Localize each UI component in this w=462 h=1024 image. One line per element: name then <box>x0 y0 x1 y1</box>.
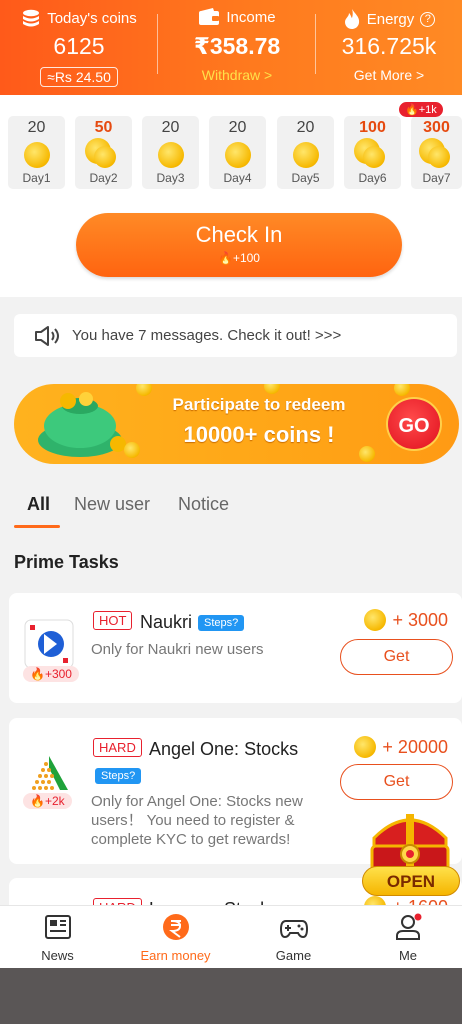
coins-icon <box>419 138 450 168</box>
banner-line1: Participate to redeem <box>172 395 346 414</box>
day-reward-amount: 20 <box>228 119 247 136</box>
day-label: Day4 <box>223 171 252 185</box>
flame-icon: 🔥 <box>218 251 233 265</box>
day-label: Day2 <box>89 171 118 185</box>
news-icon <box>45 915 71 939</box>
wallet-icon <box>199 8 220 25</box>
day-label: Day7 <box>422 171 451 185</box>
steps-badge[interactable]: Steps? <box>198 615 245 631</box>
active-tab-indicator <box>14 525 60 528</box>
coins-icon <box>85 138 116 168</box>
coin-icon <box>293 142 319 168</box>
money-bag-icon <box>38 392 126 457</box>
nav-me[interactable]: Me <box>354 906 462 968</box>
today-coins-label: Today's coins <box>47 9 137 27</box>
app-screen: Today's coins 6125 ≈Rs 24.50 Income ₹358… <box>0 0 462 968</box>
coin-icon <box>354 736 377 758</box>
get-button[interactable]: Get <box>340 764 453 800</box>
message-bar[interactable]: You have 7 messages. Check it out! >>> <box>14 314 457 357</box>
income-value: ₹358.78 <box>193 33 281 59</box>
tab-all[interactable]: All <box>27 494 50 515</box>
get-more-link[interactable]: Get More > <box>316 67 462 83</box>
speaker-icon <box>35 325 59 346</box>
tab-new-user[interactable]: New user <box>74 494 150 515</box>
withdraw-link[interactable]: Withdraw > <box>158 67 316 83</box>
task-tag: HOT <box>93 611 133 630</box>
task-description: Only for Naukri new users <box>91 641 264 658</box>
coin-stack-icon <box>23 9 40 27</box>
message-text: You have 7 messages. Check it out! >>> <box>72 327 342 344</box>
coin-icon <box>225 142 251 168</box>
checkin-day[interactable]: 300 Day7 <box>411 116 462 189</box>
coins-rupee-equivalent: ≈Rs 24.50 <box>40 67 118 87</box>
task-name: Angel One: Stocks <box>149 739 299 759</box>
day-reward-amount: 20 <box>161 119 180 136</box>
bottom-nav: News Earn money Game Me <box>0 905 462 968</box>
go-button[interactable]: GO <box>386 397 442 451</box>
energy-label: Energy <box>366 10 415 28</box>
day-reward-amount: 50 <box>94 119 113 136</box>
nav-earn-money[interactable]: Earn money <box>118 906 233 968</box>
checkin-day[interactable]: 20 Day1 <box>8 116 65 189</box>
task-reward: + 3000 <box>364 609 448 631</box>
energy-reward-badge: 🔥+2k <box>23 793 72 809</box>
get-button[interactable]: Get <box>340 639 453 675</box>
income-label: Income <box>226 8 276 26</box>
checkin-day[interactable]: 20 Day4 <box>209 116 266 189</box>
rupee-icon <box>163 914 189 940</box>
checkin-day[interactable]: 100 Day6 <box>344 116 401 189</box>
task-card[interactable]: 🔥+300 HOT Naukri Steps? Only for Naukri … <box>9 593 462 703</box>
task-reward: + 20000 <box>354 736 448 758</box>
day-label: Day3 <box>156 171 185 185</box>
today-coins-panel[interactable]: Today's coins 6125 ≈Rs 24.50 <box>0 0 158 95</box>
day-reward-amount: 300 <box>423 119 450 136</box>
nav-label: News <box>41 948 74 963</box>
naukri-logo <box>24 619 74 669</box>
redeem-banner[interactable]: Participate to redeem 10000+ coins ! GO <box>14 384 459 464</box>
today-coins-value: 6125 <box>53 33 105 59</box>
nav-label: Earn money <box>140 948 211 963</box>
checkin-day[interactable]: 20 Day3 <box>142 116 199 189</box>
energy-bonus-badge: 🔥+1k <box>399 102 443 117</box>
task-name: Naukri <box>140 612 193 632</box>
banner-line2: 10000+ coins ! <box>183 422 335 447</box>
coin-icon <box>394 384 410 396</box>
coin-icon <box>364 609 387 631</box>
tab-notice[interactable]: Notice <box>178 494 229 515</box>
coins-icon <box>354 138 385 168</box>
open-chest-button[interactable]: OPEN <box>362 866 460 896</box>
energy-value: 316.725k <box>341 33 437 59</box>
steps-badge[interactable]: Steps? <box>95 768 142 784</box>
income-panel[interactable]: Income ₹358.78 Withdraw > <box>158 0 316 95</box>
stats-header: Today's coins 6125 ≈Rs 24.50 Income ₹358… <box>0 0 462 95</box>
nav-game[interactable]: Game <box>236 906 351 968</box>
section-title: Prime Tasks <box>14 552 119 572</box>
checkin-day[interactable]: 20 Day5 <box>277 116 334 189</box>
day-reward-amount: 20 <box>296 119 315 136</box>
nav-news[interactable]: News <box>0 906 115 968</box>
day-label: Day5 <box>291 171 320 185</box>
day-reward-amount: 100 <box>359 119 386 136</box>
flame-icon <box>344 9 359 29</box>
day-label: Day6 <box>358 171 387 185</box>
user-icon <box>396 913 422 940</box>
nav-label: Me <box>398 948 418 963</box>
task-description: Only for Angel One: Stocks new users！ Yo… <box>91 793 303 848</box>
coin-icon <box>359 446 375 462</box>
checkin-day[interactable]: 50 Day2 <box>75 116 132 189</box>
gamepad-icon <box>280 920 308 939</box>
coin-icon <box>264 384 280 394</box>
checkin-card: 20 Day1 50 Day2 20 Day3 20 Day4 20 Day5 … <box>0 95 462 297</box>
energy-panel[interactable]: Energy ? 316.725k Get More > <box>316 0 462 95</box>
day-label: Day1 <box>22 171 51 185</box>
task-tag: HARD <box>93 738 142 757</box>
nav-label: Game <box>275 948 312 963</box>
energy-reward-badge: 🔥+300 <box>23 666 79 682</box>
day-reward-amount: 20 <box>27 119 46 136</box>
check-in-button[interactable]: Check In 🔥+100 <box>76 213 402 277</box>
coin-icon <box>24 142 50 168</box>
coin-icon <box>158 142 184 168</box>
help-icon[interactable]: ? <box>420 11 436 27</box>
